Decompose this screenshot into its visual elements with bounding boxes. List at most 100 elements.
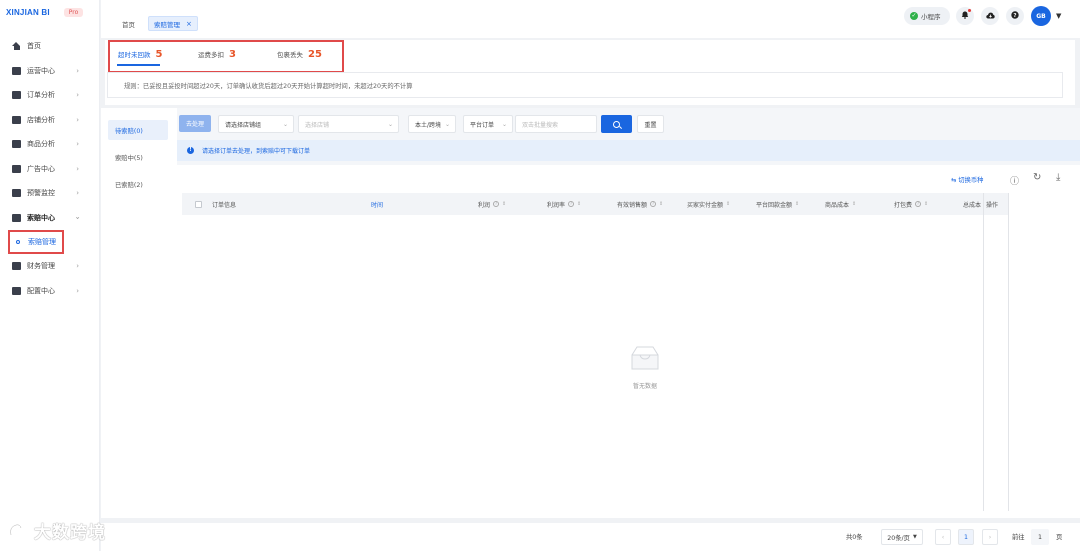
- cloud-download-button[interactable]: [981, 7, 999, 25]
- tab-home[interactable]: 首页: [117, 16, 140, 31]
- sidebar-item-label: 运营中心: [27, 66, 55, 75]
- process-button[interactable]: 去处理: [179, 115, 211, 132]
- claim-type-label: 超时未回款: [118, 51, 151, 59]
- close-icon[interactable]: ×: [186, 20, 192, 28]
- settings-icon: [12, 286, 21, 295]
- sort-icon[interactable]: ⇕: [726, 201, 730, 207]
- tab-label: 首页: [122, 20, 135, 29]
- page-number-button[interactable]: 1: [958, 529, 974, 545]
- page-size-value: 20条/页: [887, 534, 910, 542]
- claim-type-count: 25: [308, 49, 322, 60]
- region-select[interactable]: 本土/跨境 ⌄: [408, 115, 456, 133]
- claim-status-tabs: 待索赔(0) 索赔中(5) 已索赔(2): [101, 108, 171, 518]
- status-tab-label: 索赔中(5): [115, 154, 143, 162]
- column-header-total-cost[interactable]: 总成本: [963, 193, 981, 215]
- column-header-packing-fee[interactable]: 打包费 ? ⇕: [894, 193, 928, 215]
- page-size-select[interactable]: 20条/页 ▼: [881, 529, 923, 545]
- store-select[interactable]: 选择店铺 ⌄: [298, 115, 399, 133]
- tab-claim-management[interactable]: 索赔管理 ×: [148, 16, 198, 31]
- sort-icon[interactable]: ⇕: [577, 201, 581, 207]
- search-icon: [613, 120, 620, 128]
- column-header-valid-sales[interactable]: 有效销售额 ? ⇕: [617, 193, 663, 215]
- sidebar-item-products[interactable]: 商品分析 ›: [0, 132, 99, 157]
- empty-state: 暂无数据: [625, 345, 665, 390]
- claim-type-tab-overcharge[interactable]: 运费多扣 3: [198, 49, 236, 60]
- next-page-button[interactable]: ›: [982, 529, 998, 545]
- chevron-down-icon: ⌄: [282, 120, 288, 128]
- info-icon: !: [187, 147, 194, 154]
- sort-icon[interactable]: ⇕: [502, 201, 506, 207]
- warning-icon: [12, 189, 21, 198]
- mini-program-button[interactable]: ✓ 小程序: [904, 7, 950, 25]
- cloud-download-icon: [985, 12, 995, 21]
- help-icon[interactable]: ?: [650, 201, 657, 207]
- chevron-right-icon: ›: [76, 262, 79, 271]
- logo[interactable]: XINJIAN BI: [6, 8, 50, 17]
- sidebar-item-orders[interactable]: 订单分析 ›: [0, 83, 99, 108]
- sidebar-item-home[interactable]: 首页: [0, 34, 99, 59]
- column-header-buyer-paid[interactable]: 买家实付金额 ⇕: [687, 193, 730, 215]
- help-icon[interactable]: ?: [915, 201, 922, 207]
- download-icon[interactable]: ⤓: [1056, 172, 1060, 183]
- goto-page-input[interactable]: 1: [1031, 529, 1049, 545]
- column-label: 买家实付金额: [687, 201, 724, 209]
- sidebar: XINJIAN BI Pro 首页 运营中心 › 订单分析 › 店铺分析 › 商…: [0, 0, 100, 551]
- column-header-time[interactable]: 时间: [371, 193, 383, 215]
- sort-icon[interactable]: ⇕: [852, 201, 856, 207]
- help-icon[interactable]: ?: [493, 201, 500, 207]
- claim-type-tab-overdue[interactable]: 超时未回款 5: [118, 49, 162, 60]
- column-label: 利润: [478, 201, 491, 209]
- caret-down-icon[interactable]: ▼: [1056, 12, 1061, 20]
- filter-bar: 去处理 请选择店铺组 ⌄ 选择店铺 ⌄ 本土/跨境 ⌄ 平台订单 ⌄ 双击批量搜…: [179, 115, 1079, 133]
- sidebar-item-config[interactable]: 配置中心 ›: [0, 279, 99, 304]
- claim-type-tab-lost[interactable]: 包裹丢失 25: [277, 49, 322, 60]
- chevron-right-icon: ›: [76, 140, 79, 149]
- chevron-right-icon: ›: [988, 533, 992, 541]
- column-label: 商品成本: [825, 201, 850, 209]
- sidebar-item-operations[interactable]: 运营中心 ›: [0, 59, 99, 84]
- prev-page-button[interactable]: ‹: [935, 529, 951, 545]
- sidebar-item-claims[interactable]: 索赔中心 ›: [0, 206, 99, 231]
- column-header-product-cost[interactable]: 商品成本 ⇕: [825, 193, 856, 215]
- sidebar-item-finance[interactable]: 财务管理 ›: [0, 254, 99, 279]
- status-tab-in-progress[interactable]: 索赔中(5): [108, 147, 168, 167]
- help-icon[interactable]: ?: [568, 201, 575, 207]
- column-label: 有效销售额: [617, 201, 648, 209]
- reset-button[interactable]: 重置: [637, 115, 664, 133]
- switch-currency-button[interactable]: ⇆ 切换币种: [951, 175, 983, 184]
- sidebar-item-label: 首页: [27, 42, 41, 51]
- bar-chart-icon: [12, 91, 21, 100]
- order-type-select[interactable]: 平台订单 ⌄: [463, 115, 513, 133]
- column-header-profit[interactable]: 利润 ? ⇕: [478, 193, 506, 215]
- batch-search-input[interactable]: 双击批量搜索: [515, 115, 597, 133]
- notification-button[interactable]: [956, 7, 974, 25]
- sidebar-item-alerts[interactable]: 预警监控 ›: [0, 181, 99, 206]
- orders-table: ⇆ 切换币种 ⓘ ↻ ⤓ 订单信息 时间 利润 ? ⇕ 利润率 ? ⇕ 有效销售…: [177, 165, 1080, 518]
- store-group-select[interactable]: 请选择店铺组 ⌄: [218, 115, 294, 133]
- status-tab-label: 待索赔(0): [115, 127, 143, 135]
- select-all-checkbox[interactable]: [195, 193, 202, 215]
- column-header-platform-payout[interactable]: 平台回款金额 ⇕: [756, 193, 799, 215]
- help-circle-icon[interactable]: ⓘ: [1010, 174, 1019, 187]
- empty-text: 暂无数据: [632, 383, 657, 390]
- sort-icon[interactable]: ⇕: [924, 201, 928, 207]
- sidebar-subitem-claim-management[interactable]: 索赔管理: [8, 230, 64, 254]
- watermark: 大数跨境: [8, 518, 106, 543]
- avatar[interactable]: GB: [1031, 6, 1051, 26]
- info-bar: ! 请选择订单去处理，到索赔中可下载订单: [177, 140, 1080, 161]
- total-count: 共0条: [846, 534, 863, 541]
- page-unit: 页: [1056, 534, 1063, 541]
- sidebar-item-ads[interactable]: 广告中心 ›: [0, 157, 99, 182]
- chevron-right-icon: ›: [76, 189, 79, 198]
- column-header-margin[interactable]: 利润率 ? ⇕: [547, 193, 581, 215]
- sidebar-item-stores[interactable]: 店铺分析 ›: [0, 108, 99, 133]
- refresh-icon[interactable]: ↻: [1033, 172, 1041, 183]
- search-button[interactable]: [601, 115, 632, 133]
- status-tab-done[interactable]: 已索赔(2): [108, 174, 168, 194]
- status-tab-pending[interactable]: 待索赔(0): [108, 120, 168, 140]
- sort-icon[interactable]: ⇕: [795, 201, 799, 207]
- shop-icon: [12, 115, 21, 124]
- help-button[interactable]: ?: [1006, 7, 1024, 25]
- sort-icon[interactable]: ⇕: [659, 201, 663, 207]
- sidebar-item-label: 配置中心: [27, 286, 55, 295]
